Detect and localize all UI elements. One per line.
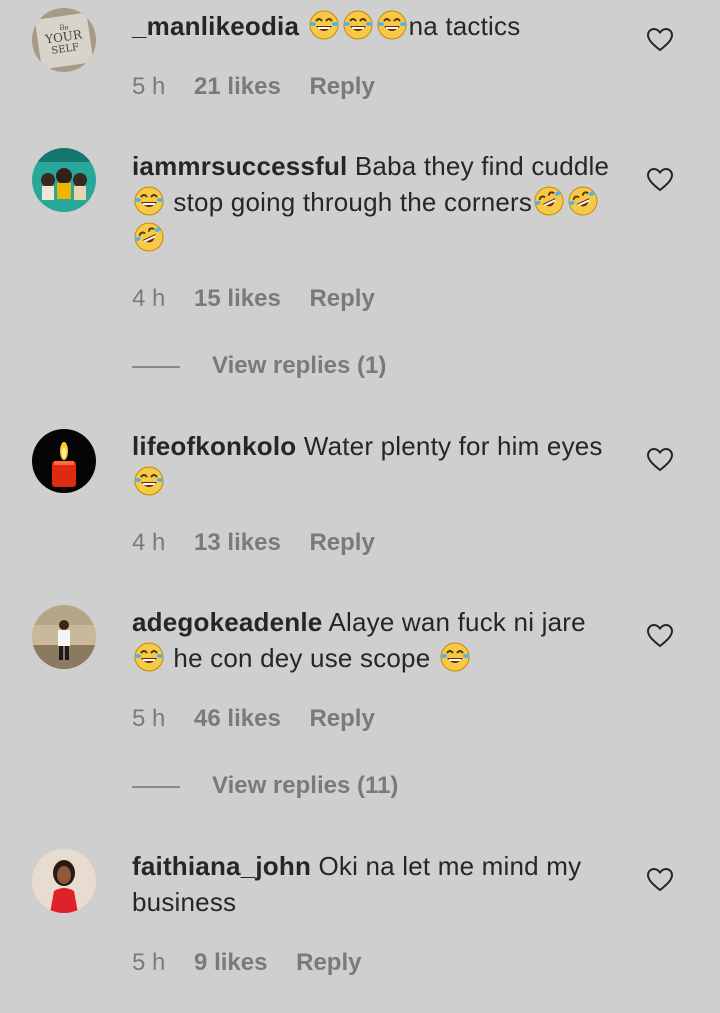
comment-text: lifeofkonkolo Water plenty for him eyes xyxy=(132,428,622,500)
face-with-tears-of-joy-icon xyxy=(376,9,408,41)
reply-button[interactable]: Reply xyxy=(309,73,374,100)
comment-time: 5 h xyxy=(132,949,166,976)
avatar[interactable] xyxy=(32,429,96,493)
rolling-on-floor-laughing-icon xyxy=(533,185,565,217)
view-replies-divider xyxy=(132,785,180,788)
comment-text: _manlikeodia na tactics xyxy=(132,8,622,44)
reply-button[interactable]: Reply xyxy=(309,705,374,732)
comment-meta: 4 h 15 likes Reply xyxy=(132,284,397,314)
heart-outline-icon[interactable] xyxy=(647,624,673,648)
comment-username[interactable]: faithiana_john xyxy=(132,851,311,881)
comment-username[interactable]: iammrsuccessful xyxy=(132,151,347,181)
face-with-tears-of-joy-icon xyxy=(133,465,165,497)
view-replies-button[interactable]: View replies (1) xyxy=(132,351,386,381)
face-with-tears-of-joy-icon xyxy=(133,185,165,217)
face-with-tears-of-joy-icon xyxy=(342,9,374,41)
face-with-tears-of-joy-icon xyxy=(308,9,340,41)
avatar[interactable]: Be YOUR SELF xyxy=(32,8,96,72)
heart-outline-icon[interactable] xyxy=(647,448,673,472)
comment-body: Water plenty for him eyes xyxy=(303,431,603,461)
comment-body: Alaye wan fuck ni jare xyxy=(328,607,586,637)
view-replies-button[interactable]: View replies (11) xyxy=(132,771,398,801)
face-with-tears-of-joy-icon xyxy=(439,641,471,673)
comment-time: 4 h xyxy=(132,285,166,312)
reply-button[interactable]: Reply xyxy=(296,949,361,976)
comment-likes[interactable]: 13 likes xyxy=(194,529,281,556)
comment-likes[interactable]: 15 likes xyxy=(194,285,281,312)
comment-time: 5 h xyxy=(132,705,166,732)
comment-likes[interactable]: 9 likes xyxy=(194,949,267,976)
comment-time: 4 h xyxy=(132,529,166,556)
view-replies-label: View replies (11) xyxy=(212,772,399,799)
view-replies-label: View replies (1) xyxy=(212,352,387,379)
comment-body-continued: he con dey use scope xyxy=(166,643,438,673)
avatar[interactable] xyxy=(32,148,96,212)
comment-meta: 5 h 9 likes Reply xyxy=(132,948,383,978)
comment-time: 5 h xyxy=(132,73,166,100)
avatar[interactable] xyxy=(32,605,96,669)
comment-likes[interactable]: 46 likes xyxy=(194,705,281,732)
comment-meta: 5 h 21 likes Reply xyxy=(132,72,397,102)
comment-username[interactable]: adegokeadenle xyxy=(132,607,322,637)
comment-meta: 5 h 46 likes Reply xyxy=(132,704,397,734)
comment-likes[interactable]: 21 likes xyxy=(194,73,281,100)
reply-button[interactable]: Reply xyxy=(309,285,374,312)
comment-body: na tactics xyxy=(408,11,521,41)
reply-button[interactable]: Reply xyxy=(309,529,374,556)
comment-text: adegokeadenle Alaye wan fuck ni jare he … xyxy=(132,604,622,676)
view-replies-divider xyxy=(132,365,180,368)
comment-meta: 4 h 13 likes Reply xyxy=(132,528,397,558)
comment-username[interactable]: lifeofkonkolo xyxy=(132,431,296,461)
comment-text: faithiana_john Oki na let me mind my bus… xyxy=(132,848,622,920)
heart-outline-icon[interactable] xyxy=(647,168,673,192)
comment-body-continued: stop going through the corners xyxy=(166,187,533,217)
rolling-on-floor-laughing-icon xyxy=(567,185,599,217)
heart-outline-icon[interactable] xyxy=(647,28,673,52)
comment-text: iammrsuccessful Baba they find cuddle st… xyxy=(132,148,622,256)
face-with-tears-of-joy-icon xyxy=(133,641,165,673)
comment-username[interactable]: _manlikeodia xyxy=(132,11,299,41)
heart-outline-icon[interactable] xyxy=(647,868,673,892)
avatar[interactable] xyxy=(32,849,96,913)
rolling-on-floor-laughing-icon xyxy=(133,221,165,253)
comment-body: Baba they find cuddle xyxy=(354,151,610,181)
